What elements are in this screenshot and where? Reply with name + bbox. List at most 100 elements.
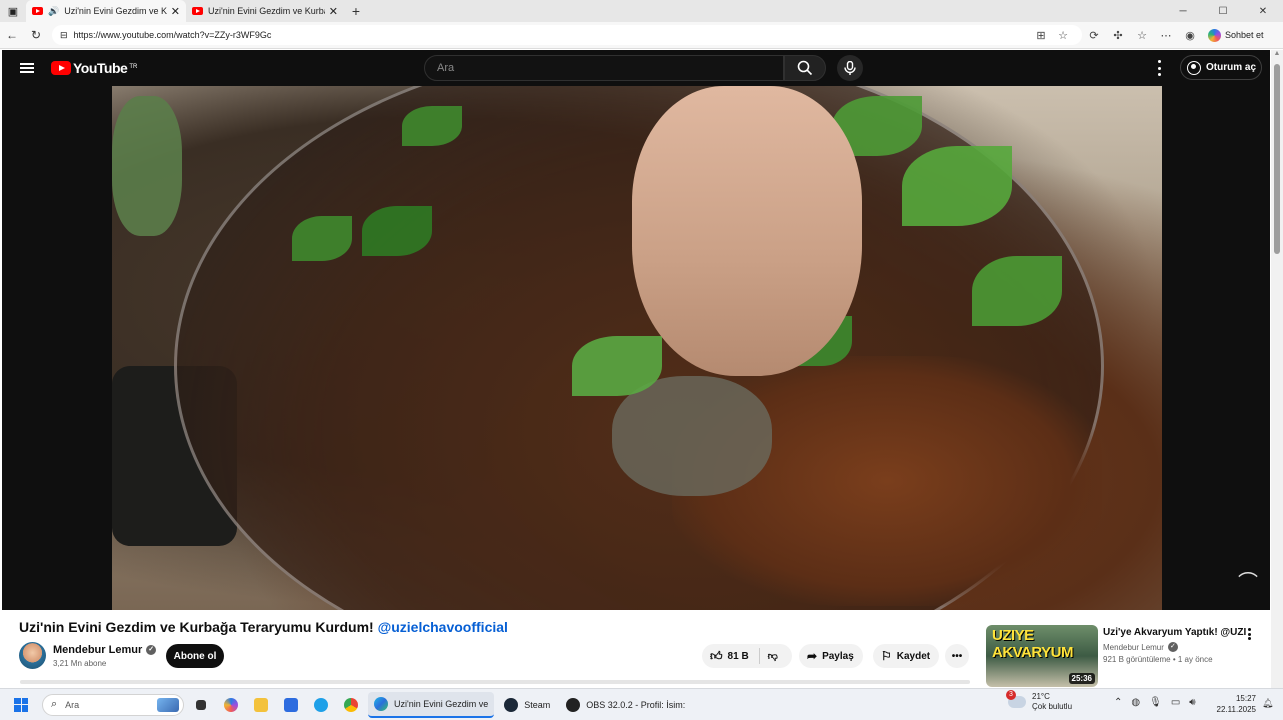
account-icon — [1187, 60, 1201, 75]
taskbar-edge-window[interactable]: Uzi'nin Evini Gezdim ve — [368, 691, 495, 718]
more-actions-button[interactable]: ••• — [945, 644, 969, 668]
recommended-channel[interactable]: Mendebur Lemur ✓ — [1103, 642, 1178, 652]
settings-kebab-icon[interactable] — [1154, 60, 1164, 76]
channel-watermark-icon[interactable]: ⌒ — [1238, 566, 1260, 594]
save-button[interactable]: ⚐ Kaydet — [873, 644, 939, 668]
more-horizontal-icon: ••• — [951, 650, 963, 662]
close-window-icon[interactable]: ✕ — [1243, 6, 1283, 17]
taskbar-obs[interactable]: OBS 32.0.2 - Profil: İsim: — [560, 692, 691, 718]
system-tray: ⌃ ◍ 🎙︎ ▭ 🔊︎ — [1114, 697, 1196, 708]
reader-mode-icon[interactable]: ⊞ — [1030, 29, 1052, 42]
page-scrollbar[interactable]: ▲ — [1271, 50, 1283, 688]
back-button[interactable]: ← — [0, 28, 24, 42]
store-icon[interactable] — [278, 692, 304, 718]
video-title-text: Uzi'nin Evini Gezdim ve Kurbağa Teraryum… — [19, 619, 374, 635]
rock-image — [612, 376, 772, 496]
thumbs-down-icon: 👎︎ — [767, 651, 778, 662]
network-app-icon[interactable]: ◍ — [1131, 697, 1140, 708]
search-highlight-image — [157, 697, 179, 712]
youtube-logo[interactable]: YouTube TR — [51, 60, 137, 76]
microphone-tray-icon[interactable]: 🎙︎ — [1149, 697, 1162, 708]
menu-icon[interactable] — [20, 63, 34, 73]
close-tab-icon[interactable]: ✕ — [329, 5, 338, 18]
taskbar-search-placeholder: Ara — [65, 699, 80, 710]
tab-actions-icon[interactable]: ▣ — [0, 0, 26, 22]
volume-icon[interactable]: 🔊︎ — [1189, 697, 1195, 708]
recommended-thumbnail[interactable]: UZIYE AKVARYUM 25:36 — [986, 625, 1098, 687]
tab-title: Uzi'nin Evini Gezdim ve Kurbağa T — [208, 6, 325, 16]
cloud-icon: 3 — [1006, 690, 1026, 708]
show-hidden-icons-icon[interactable]: ⌃ — [1114, 697, 1122, 708]
channel-name-text: Mendebur Lemur — [53, 644, 143, 656]
save-label: Kaydet — [896, 650, 931, 662]
recommended-title[interactable]: Uzi'ye Akvaryum Yaptık! @UZI — [1103, 627, 1246, 638]
refresh-button[interactable]: ↻ — [24, 28, 48, 42]
chrome-icon[interactable] — [338, 692, 364, 718]
new-tab-button[interactable]: + — [344, 3, 368, 19]
video-title: Uzi'nin Evini Gezdim ve Kurbağa Teraryum… — [19, 619, 508, 635]
channel-name[interactable]: Mendebur Lemur ✓ — [53, 644, 157, 656]
moss-image — [112, 96, 182, 236]
url-field[interactable]: ⊟ https://www.youtube.com/watch?v=ZZy-r3… — [52, 25, 1082, 45]
search-button[interactable] — [784, 55, 826, 81]
site-info-icon[interactable]: ⊟ — [60, 30, 68, 41]
taskbar-steam[interactable]: Steam — [498, 692, 556, 718]
leaf-image — [292, 216, 352, 261]
scroll-up-icon[interactable]: ▲ — [1271, 50, 1283, 62]
tab-video-second[interactable]: Uzi'nin Evini Gezdim ve Kurbağa T ✕ — [186, 0, 344, 22]
profile-icon[interactable]: ◉ — [1178, 29, 1202, 42]
url-text: https://www.youtube.com/watch?v=ZZy-r3WF… — [73, 30, 272, 40]
video-player[interactable] — [112, 86, 1162, 610]
maximize-icon[interactable]: ☐ — [1203, 6, 1243, 17]
start-button[interactable] — [14, 697, 28, 712]
recommended-menu-icon[interactable] — [1246, 628, 1252, 640]
windows-taskbar: ⌕ Ara Uzi'nin Evini Gezdim ve Steam OBS … — [0, 688, 1283, 720]
sync-icon[interactable]: ⟳ — [1082, 29, 1106, 42]
more-options-icon[interactable]: ⋯ — [1154, 29, 1178, 42]
subscriber-count: 3,21 Mn abone — [53, 659, 107, 668]
extensions-icon[interactable]: ✣ — [1106, 29, 1130, 42]
task-view-icon[interactable] — [188, 692, 214, 718]
youtube-favicon-icon — [32, 7, 43, 15]
steam-icon — [504, 697, 519, 712]
close-tab-icon[interactable]: ✕ — [171, 5, 180, 18]
display-icon[interactable]: ▭ — [1171, 697, 1180, 708]
speaker-icon[interactable]: 🔊 — [48, 6, 59, 17]
youtube-wordmark: YouTube — [73, 60, 128, 76]
subscribe-button[interactable]: Abone ol — [166, 644, 224, 668]
favorite-star-icon[interactable]: ☆ — [1052, 29, 1074, 42]
like-button[interactable]: 👍︎ 81 B — [702, 648, 760, 664]
search-input[interactable] — [437, 62, 783, 74]
like-count: 81 B — [727, 650, 749, 662]
share-label: Paylaş — [822, 650, 854, 662]
tab-video-active[interactable]: 🔊 Uzi'nin Evini Gezdim ve Kurb ✕ — [26, 0, 186, 22]
weather-badge: 3 — [1006, 690, 1016, 700]
favorites-icon[interactable]: ☆ — [1130, 29, 1154, 42]
file-explorer-icon[interactable] — [248, 692, 274, 718]
weather-temp: 21°C — [1032, 692, 1050, 701]
minimize-icon[interactable]: ─ — [1163, 6, 1203, 17]
weather-widget[interactable]: 3 21°C Çok bulutlu — [1006, 690, 1072, 712]
thumbnail-text: UZIYE AKVARYUM — [992, 627, 1074, 661]
like-dislike-group: 👍︎ 81 B 👎︎ — [702, 644, 792, 668]
description-box-edge — [20, 680, 970, 684]
search-box — [424, 55, 784, 81]
voice-search-button[interactable] — [837, 55, 863, 81]
clock-date: 22.11.2025 — [1216, 705, 1256, 714]
sign-in-button[interactable]: Oturum aç — [1180, 55, 1262, 80]
taskbar-search[interactable]: ⌕ Ara — [42, 693, 184, 716]
youtube-play-icon — [51, 61, 71, 75]
clock[interactable]: 15:27 22.11.2025 — [1214, 693, 1256, 715]
skype-icon[interactable] — [308, 692, 334, 718]
weather-text: 21°C Çok bulutlu — [1032, 692, 1072, 712]
verified-icon: ✓ — [146, 645, 157, 655]
weather-desc: Çok bulutlu — [1032, 702, 1073, 711]
copilot-chat-button[interactable]: Sohbet et — [1208, 28, 1264, 42]
scrollbar-thumb[interactable] — [1274, 64, 1280, 254]
copilot-app-icon[interactable] — [218, 692, 244, 718]
dislike-button[interactable]: 👎︎ — [760, 650, 786, 662]
share-button[interactable]: ➦ Paylaş — [799, 644, 863, 668]
notification-bell-icon[interactable]: 🔔︎ — [1262, 698, 1273, 709]
mention-link[interactable]: @uzielchavoofficial — [378, 619, 508, 635]
channel-avatar[interactable] — [19, 642, 46, 669]
